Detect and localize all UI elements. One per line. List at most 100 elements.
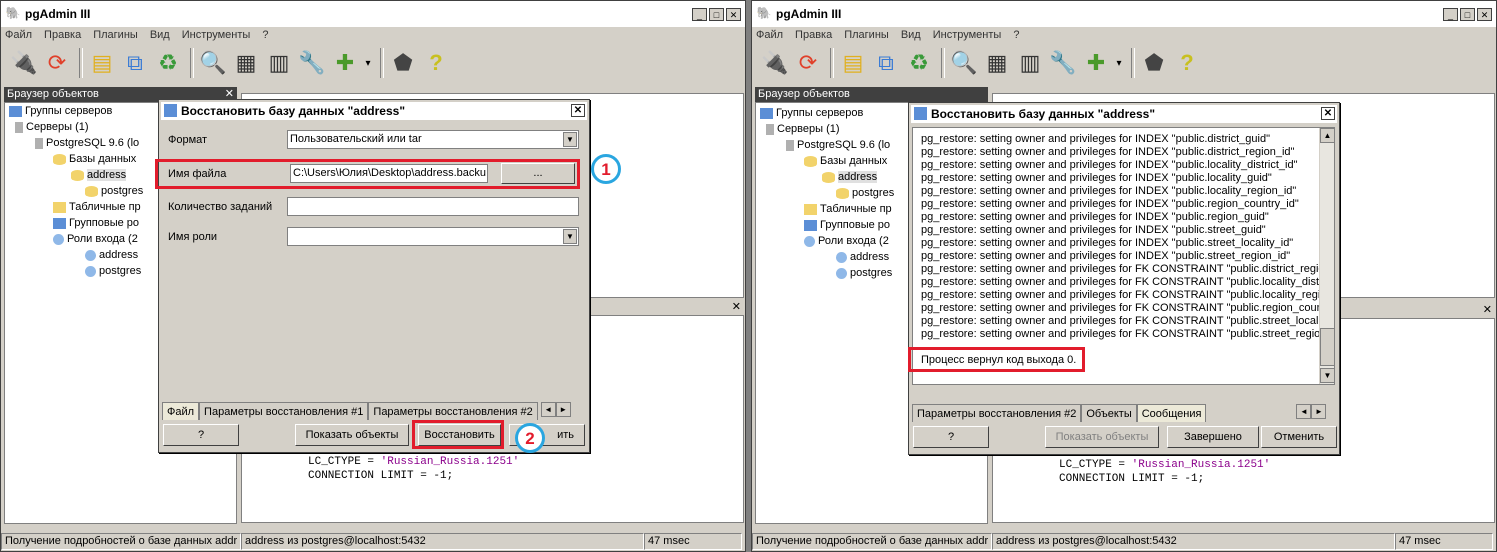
tree-label: address [850,251,890,263]
help-question-icon[interactable]: ? [421,48,451,78]
menu-file[interactable]: Файл [756,29,783,41]
properties-icon[interactable]: ▤ [87,48,117,78]
menu-tools[interactable]: Инструменты [933,29,1002,41]
tree-db-postgres[interactable]: postgres [85,185,143,197]
tree-login-roles[interactable]: Роли входа (2 [53,233,138,245]
tree-server[interactable]: PostgreSQL 9.6 (lo [35,137,139,149]
drop-trash-icon[interactable]: ♻ [904,48,934,78]
jobs-input[interactable] [287,197,579,216]
format-select[interactable]: Пользовательский или tar ▼ [287,130,579,149]
tab-scroll-right-icon[interactable]: ► [1311,404,1327,419]
plugins-dropdown-icon[interactable]: ▾ [363,48,373,78]
close-icon[interactable]: ✕ [732,300,741,315]
hint-elephant-icon[interactable]: ⬟ [1139,48,1169,78]
help-button[interactable]: ? [163,424,239,446]
maximize-button[interactable]: □ [709,7,724,21]
connect-plug-icon[interactable]: 🔌 [9,48,39,78]
chevron-down-icon[interactable]: ▼ [563,132,577,147]
tree-label: PostgreSQL 9.6 (lo [797,139,891,151]
scroll-down-icon[interactable]: ▼ [1320,368,1334,383]
maintenance-wrench-icon[interactable]: 🔧 [297,48,327,78]
help-button[interactable]: ? [913,426,989,448]
tree-databases[interactable]: Базы данных [804,155,887,167]
tab-scroll-right-icon[interactable]: ► [555,402,571,417]
view-data-icon[interactable]: ▦ [231,48,261,78]
tree-role-address[interactable]: address [836,251,889,263]
menu-plugins[interactable]: Плагины [93,29,138,41]
create-object-icon[interactable]: ⧉ [871,48,901,78]
help-question-icon[interactable]: ? [1172,48,1202,78]
menu-file[interactable]: Файл [5,29,32,41]
tab-restore-options-2[interactable]: Параметры восстановления #2 [912,404,1082,422]
tree-servers[interactable]: Серверы (1) [15,121,89,133]
tree-servers[interactable]: Серверы (1) [766,123,840,135]
close-icon[interactable]: ✕ [571,104,585,117]
show-objects-button[interactable]: Показать объекты [1045,426,1159,448]
tree-role-postgres[interactable]: postgres [836,267,892,279]
scroll-thumb[interactable] [1320,328,1334,366]
connect-plug-icon[interactable]: 🔌 [760,48,790,78]
tab-file[interactable]: Файл [162,402,200,420]
tree-databases[interactable]: Базы данных [53,153,136,165]
tree-role-postgres[interactable]: postgres [85,265,141,277]
plugins-puzzle-icon[interactable]: ✚ [330,48,360,78]
hint-elephant-icon[interactable]: ⬟ [388,48,418,78]
close-icon[interactable]: ✕ [1321,107,1335,120]
tree-group-roles[interactable]: Групповые ро [804,219,890,231]
maintenance-wrench-icon[interactable]: 🔧 [1048,48,1078,78]
tree-server[interactable]: PostgreSQL 9.6 (lo [786,139,890,151]
minimize-button[interactable]: _ [1443,7,1458,21]
log-scrollbar[interactable]: ▲ ▼ [1319,128,1334,384]
tree-login-roles[interactable]: Роли входа (2 [804,235,889,247]
menu-help[interactable]: ? [262,29,268,41]
tab-scroll-left-icon[interactable]: ◄ [540,402,556,417]
filtered-data-icon[interactable]: ▥ [1015,48,1045,78]
filtered-data-icon[interactable]: ▥ [264,48,294,78]
close-icon[interactable]: ✕ [1483,303,1492,318]
tree-tablespaces[interactable]: Табличные пр [804,203,892,215]
view-data-icon[interactable]: ▦ [982,48,1012,78]
sql-query-icon[interactable]: 🔍 [198,48,228,78]
menu-view[interactable]: Вид [150,29,170,41]
cancel-button[interactable]: Отменить [1261,426,1337,448]
minimize-button[interactable]: _ [692,7,707,21]
plugins-puzzle-icon[interactable]: ✚ [1081,48,1111,78]
role-select[interactable]: ▼ [287,227,579,246]
tab-restore-options-2[interactable]: Параметры восстановления #2 [368,402,538,420]
menu-edit[interactable]: Правка [44,29,81,41]
menu-help[interactable]: ? [1013,29,1019,41]
tree-role-address[interactable]: address [85,249,138,261]
tree-label: postgres [852,187,895,199]
menu-view[interactable]: Вид [901,29,921,41]
tree-server-groups[interactable]: Группы серверов [760,107,863,119]
sql-query-icon[interactable]: 🔍 [949,48,979,78]
menu-edit[interactable]: Правка [795,29,832,41]
scroll-up-icon[interactable]: ▲ [1320,128,1334,143]
tab-messages[interactable]: Сообщения [1136,404,1207,422]
tree-db-address[interactable]: address [71,169,127,181]
group-roles-icon [53,217,66,229]
menu-tools[interactable]: Инструменты [182,29,251,41]
tab-objects[interactable]: Объекты [1081,404,1137,422]
tab-scroll-left-icon[interactable]: ◄ [1296,404,1312,419]
plugins-dropdown-icon[interactable]: ▾ [1114,48,1124,78]
drop-trash-icon[interactable]: ♻ [153,48,183,78]
tree-tablespaces[interactable]: Табличные пр [53,201,141,213]
create-object-icon[interactable]: ⧉ [120,48,150,78]
close-button[interactable]: ✕ [726,7,741,21]
done-button[interactable]: Завершено [1167,426,1259,448]
close-button[interactable]: ✕ [1477,7,1492,21]
tree-server-groups[interactable]: Группы серверов [9,105,112,117]
tree-db-postgres[interactable]: postgres [836,187,894,199]
refresh-icon[interactable]: ⟳ [793,48,823,78]
chevron-down-icon[interactable]: ▼ [563,229,577,244]
tablespaces-icon [53,201,66,213]
tree-db-address[interactable]: address [822,171,878,183]
menu-plugins[interactable]: Плагины [844,29,889,41]
tree-group-roles[interactable]: Групповые ро [53,217,139,229]
tab-restore-options-1[interactable]: Параметры восстановления #1 [199,402,369,420]
maximize-button[interactable]: □ [1460,7,1475,21]
refresh-icon[interactable]: ⟳ [42,48,72,78]
show-objects-button[interactable]: Показать объекты [295,424,409,446]
properties-icon[interactable]: ▤ [838,48,868,78]
